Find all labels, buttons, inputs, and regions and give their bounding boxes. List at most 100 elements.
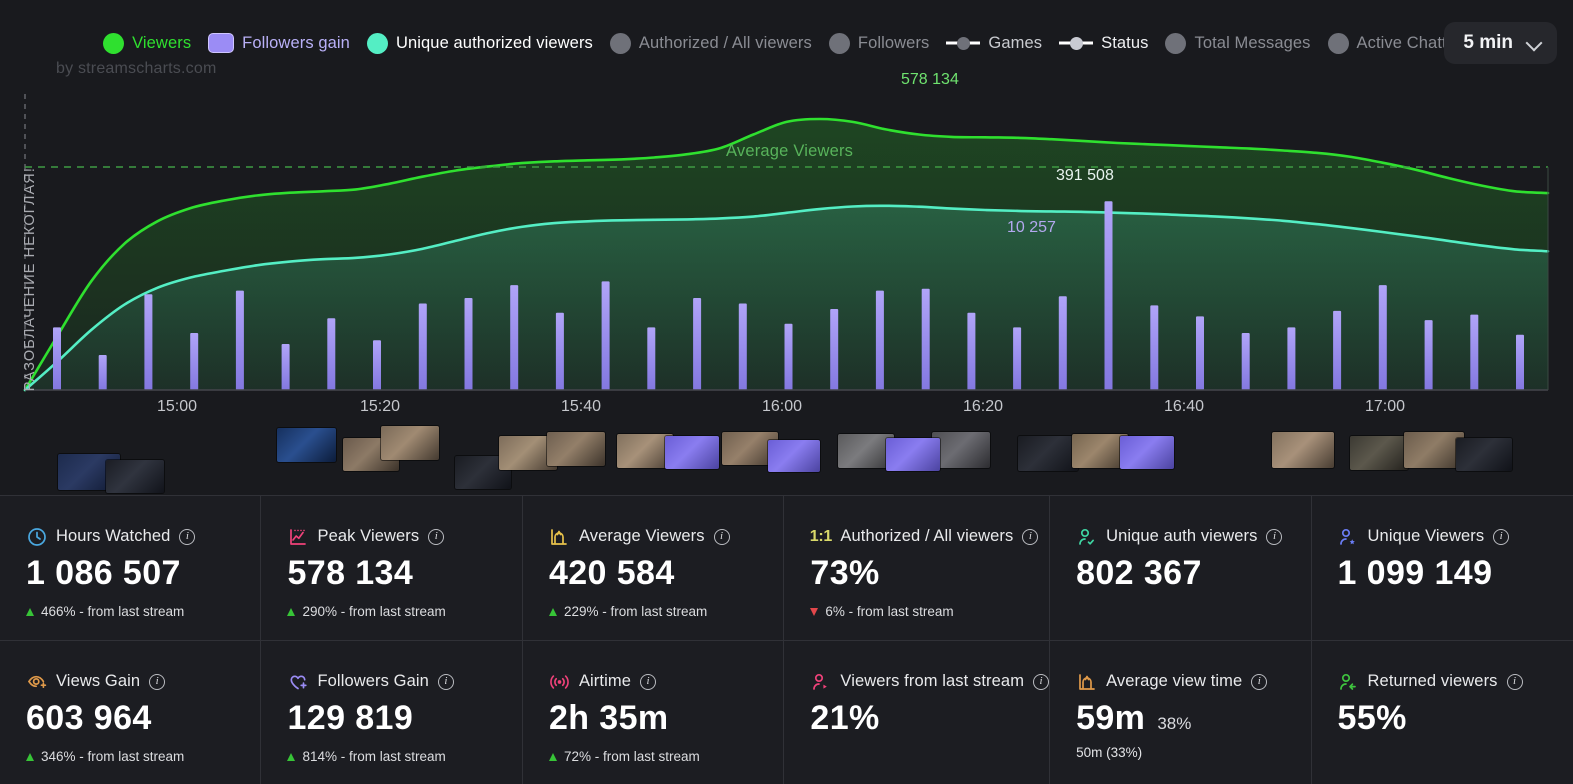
- followers-gain-bar[interactable]: [693, 298, 702, 390]
- info-icon[interactable]: i: [1493, 528, 1510, 545]
- followers-gain-bar[interactable]: [1241, 333, 1250, 390]
- followers-gain-bar[interactable]: [327, 318, 336, 390]
- followers-gain-bar[interactable]: [830, 309, 839, 390]
- legend-item-authorized-all-viewers[interactable]: Authorized / All viewers: [609, 32, 812, 54]
- stream-thumbnail[interactable]: [665, 436, 719, 469]
- stat-card-title: Unique Viewers: [1367, 527, 1485, 545]
- stat-card-header: 1:1 Authorized / All viewers i: [810, 526, 1049, 547]
- legend-item-label: Viewers: [132, 33, 192, 52]
- stream-thumbnail[interactable]: [1404, 432, 1464, 468]
- arrow-up-icon: [287, 607, 296, 616]
- stat-card-title: Viewers from last stream: [840, 672, 1025, 690]
- info-icon[interactable]: i: [1033, 673, 1050, 690]
- stream-thumbnail[interactable]: [381, 426, 439, 460]
- followers-gain-datalabel: 10 257: [1007, 219, 1056, 236]
- followers-gain-bar[interactable]: [647, 327, 656, 390]
- followers-gain-bar[interactable]: [1333, 310, 1342, 390]
- followers-gain-bar[interactable]: [875, 290, 884, 390]
- stat-card-average-viewers: Average Viewers i 420 584 229% - from last …: [522, 496, 785, 641]
- stat-card-airtime: Airtime i 2h 35m 72% - from last stream: [522, 641, 785, 784]
- stats-grid: Hours Watched i 1 086 507 466% - from last …: [0, 495, 1573, 784]
- stream-thumbnail[interactable]: [106, 460, 164, 493]
- followers-gain-bar[interactable]: [738, 303, 747, 391]
- stat-card-title: Returned viewers: [1367, 672, 1498, 690]
- stream-thumbnail[interactable]: [1350, 436, 1408, 470]
- followers-gain-bar[interactable]: [281, 344, 290, 390]
- legend-item-followers[interactable]: Followers: [828, 32, 930, 54]
- stream-thumbnail[interactable]: [886, 438, 940, 471]
- followers-gain-bar[interactable]: [144, 294, 153, 390]
- viewers-chart[interactable]: РАЗОБЛАЧЕНИЕ НЕКОГЛАЯ!: [0, 72, 1573, 402]
- followers-gain-bar[interactable]: [1378, 285, 1387, 390]
- followers-gain-bar[interactable]: [921, 288, 930, 390]
- stream-thumbnail[interactable]: [547, 432, 605, 466]
- info-icon[interactable]: i: [1022, 528, 1039, 545]
- info-icon[interactable]: i: [639, 673, 656, 690]
- info-icon[interactable]: i: [149, 673, 166, 690]
- legend-item-followers-gain[interactable]: Followers gain: [208, 33, 350, 53]
- info-icon[interactable]: i: [1506, 673, 1523, 690]
- stream-thumbnail[interactable]: [277, 428, 336, 462]
- stat-card-value-main: 1 086 507: [26, 554, 181, 592]
- followers-gain-bar[interactable]: [418, 303, 427, 391]
- avg-chart-icon: [1076, 671, 1097, 692]
- info-icon[interactable]: i: [1251, 673, 1268, 690]
- stream-thumbnail[interactable]: [1018, 436, 1078, 471]
- followers-gain-bar[interactable]: [510, 285, 519, 390]
- avg-chart-icon: [549, 526, 570, 547]
- followers-gain-bar[interactable]: [1196, 316, 1204, 390]
- legend-item-games[interactable]: Games: [946, 34, 1042, 53]
- followers-gain-bar[interactable]: [1013, 327, 1022, 390]
- legend-item-total-messages[interactable]: Total Messages: [1165, 32, 1310, 54]
- followers-gain-bar[interactable]: [53, 327, 61, 390]
- followers-gain-bar[interactable]: [1058, 296, 1067, 390]
- legend-item-viewers[interactable]: Viewers: [103, 32, 192, 54]
- followers-gain-bar[interactable]: [1287, 327, 1296, 390]
- stat-card-title: Average view time: [1106, 672, 1243, 690]
- stat-card-delta: 229% - from last stream: [548, 604, 783, 619]
- followers-gain-bar[interactable]: [967, 312, 976, 390]
- info-icon[interactable]: i: [179, 528, 196, 545]
- followers-gain-bar[interactable]: [1470, 314, 1479, 390]
- interval-select[interactable]: 5 min: [1444, 22, 1557, 64]
- stat-card-header: Returned viewers i: [1338, 671, 1573, 692]
- legend-line-status: [1059, 36, 1093, 50]
- legend-item-unique-authorized-viewers[interactable]: Unique authorized viewers: [366, 32, 593, 54]
- stream-thumbnail[interactable]: [1120, 436, 1174, 469]
- user-arrow-icon: [810, 671, 831, 692]
- info-icon[interactable]: i: [1266, 528, 1283, 545]
- followers-gain-bar[interactable]: [98, 355, 107, 390]
- info-icon[interactable]: i: [437, 673, 454, 690]
- info-icon[interactable]: i: [428, 528, 445, 545]
- x-axis-tick: 15:40: [560, 398, 602, 415]
- followers-gain-bar[interactable]: [373, 340, 381, 390]
- stream-thumbnail[interactable]: [768, 440, 820, 472]
- info-icon[interactable]: i: [713, 528, 730, 545]
- followers-gain-bar[interactable]: [601, 281, 610, 390]
- stat-card-value: 129 819: [287, 698, 521, 739]
- followers-gain-bar[interactable]: [1424, 320, 1433, 390]
- followers-gain-bar[interactable]: [1516, 334, 1524, 390]
- clock-icon: [26, 526, 47, 547]
- followers-gain-bar[interactable]: [1150, 305, 1159, 390]
- followers-gain-bar[interactable]: [555, 312, 564, 390]
- x-axis-tick: 15:20: [359, 398, 401, 415]
- followers-gain-bar[interactable]: [235, 290, 244, 390]
- stat-card-value-main: 603 964: [26, 699, 152, 737]
- stream-thumbnail[interactable]: [932, 432, 990, 468]
- heart-plus-icon: [287, 671, 308, 692]
- legend-item-status[interactable]: Status: [1059, 34, 1148, 53]
- legend-dot-followers: [828, 32, 850, 54]
- eye-plus-icon: [26, 671, 47, 692]
- stat-card-unique-auth-viewers: Unique auth viewers i 802 367: [1050, 496, 1312, 641]
- followers-gain-bar[interactable]: [190, 333, 199, 390]
- stat-card-delta-text: 466% - from last stream: [41, 604, 185, 620]
- stream-thumbnail-strip[interactable]: [0, 424, 1573, 494]
- stream-thumbnail[interactable]: [1456, 438, 1512, 471]
- followers-gain-bar[interactable]: [464, 298, 473, 390]
- stat-card-value: 55%: [1338, 698, 1573, 739]
- stat-card-followers-gain: Followers Gain i 129 819 814% - from last s…: [261, 641, 523, 784]
- followers-gain-bar[interactable]: [1104, 201, 1113, 390]
- followers-gain-bar[interactable]: [784, 323, 793, 390]
- stream-thumbnail[interactable]: [1272, 432, 1334, 468]
